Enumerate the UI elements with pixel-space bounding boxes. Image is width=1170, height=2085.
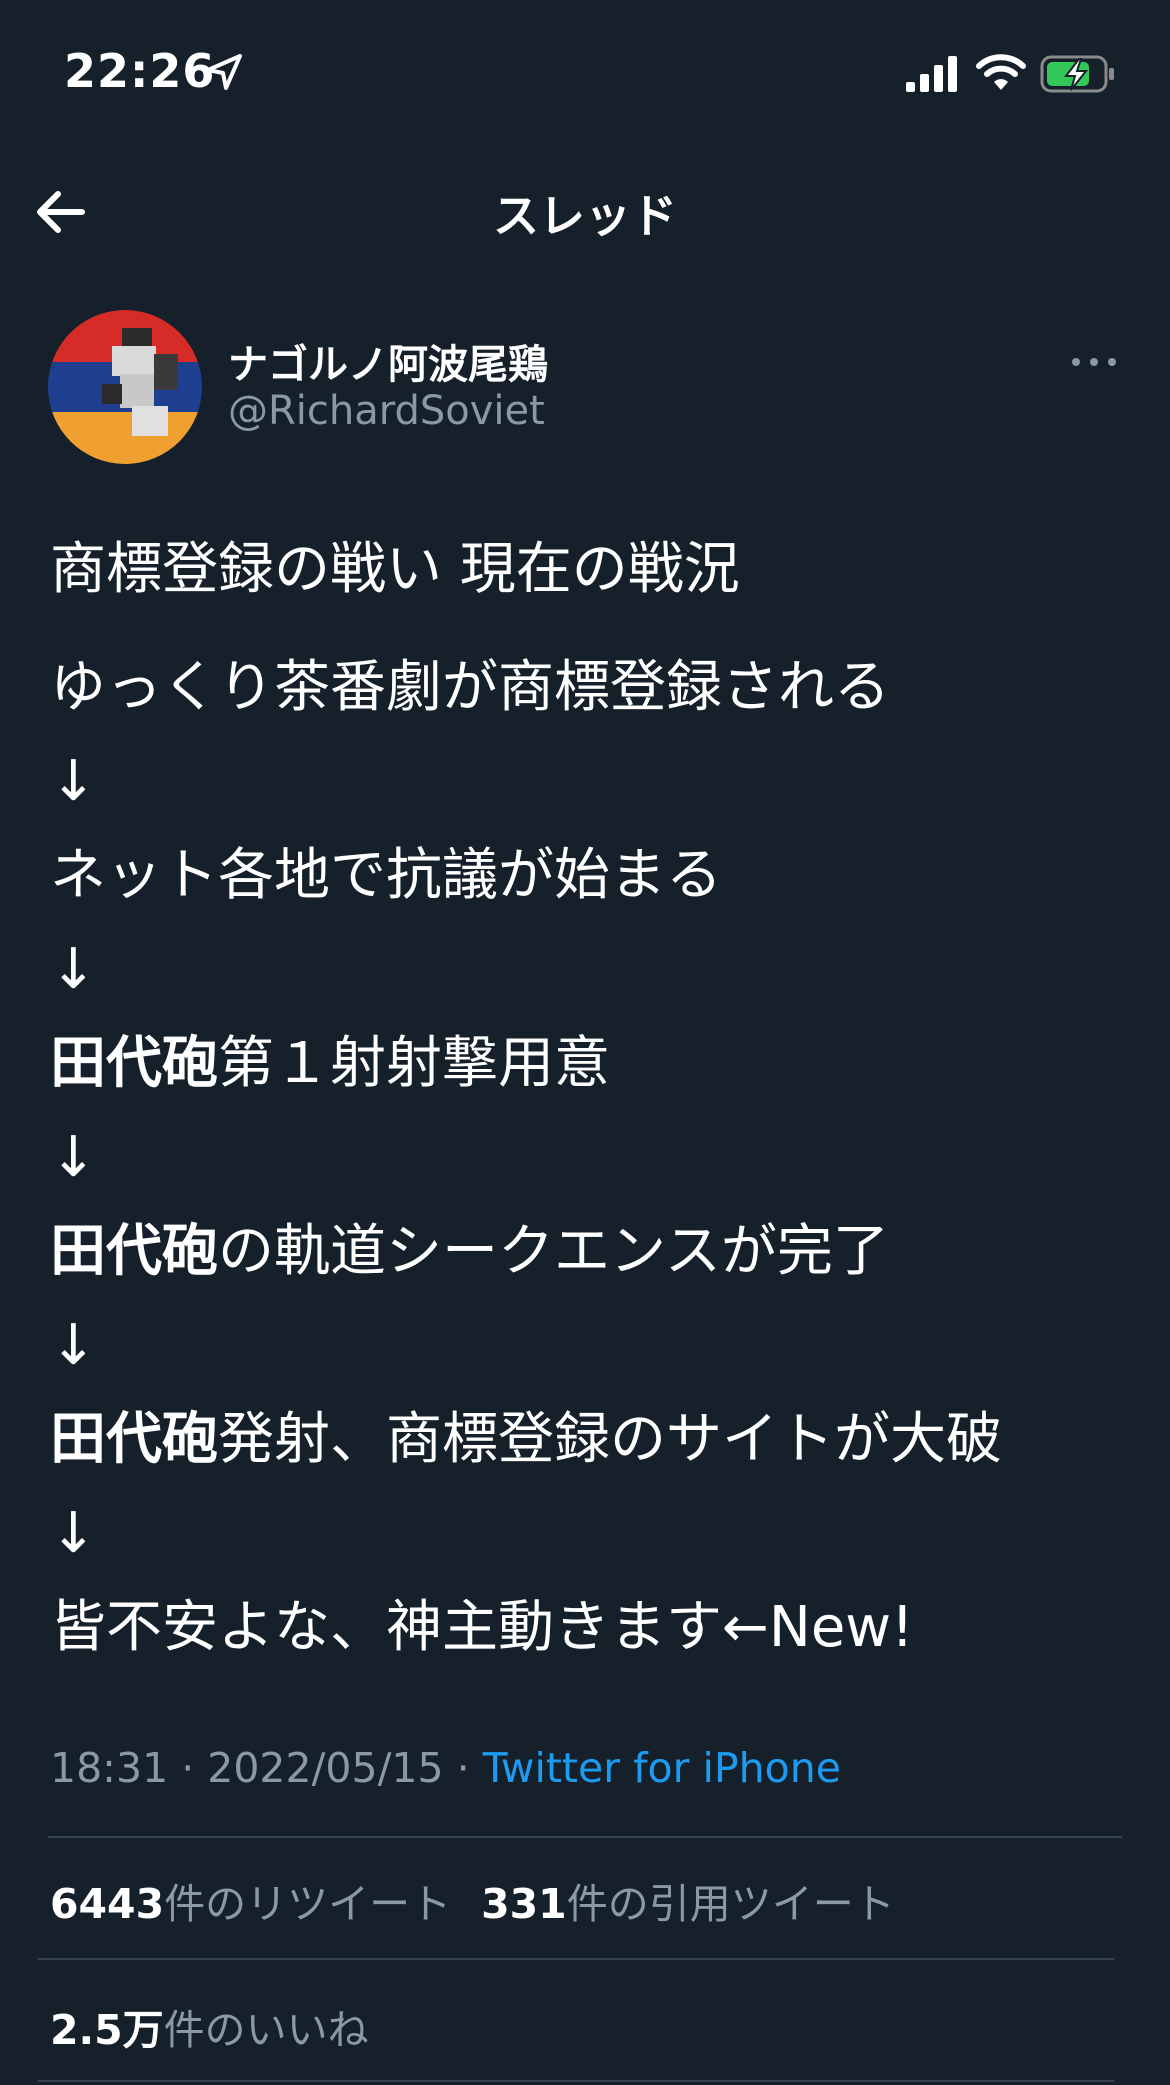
tweet-line-bold: 田代砲 bbox=[50, 1219, 218, 1284]
tweet-line: ↓ bbox=[50, 1116, 1130, 1210]
likes-label: 件のいいね bbox=[163, 2006, 369, 2054]
tweet-line-text: ↓ bbox=[50, 1125, 97, 1190]
tweet-line: ↓ bbox=[50, 1492, 1130, 1586]
signal-icon bbox=[906, 56, 957, 92]
tweet-source-link[interactable]: Twitter for iPhone bbox=[483, 1744, 841, 1792]
likes-count: 2.5万 bbox=[50, 2006, 164, 2054]
tweet-line-text: 第１射射撃用意 bbox=[218, 1031, 610, 1096]
tweet-line-text: 発射、商標登録のサイトが大破 bbox=[218, 1407, 1002, 1472]
tweet-line-bold: 田代砲 bbox=[50, 1031, 218, 1096]
tweet-line: 田代砲発射、商標登録のサイトが大破 bbox=[50, 1398, 1130, 1492]
nav-bar: スレッド bbox=[0, 160, 1170, 260]
tweet-line: ↓ bbox=[50, 928, 1130, 1022]
tweet-line: ↓ bbox=[50, 740, 1130, 834]
author-handle[interactable]: @RichardSoviet bbox=[228, 388, 545, 434]
divider bbox=[38, 1958, 1114, 1960]
retweets-label: 件のリツイート bbox=[164, 1880, 452, 1928]
tweet-line-text: ↓ bbox=[50, 1313, 97, 1378]
quotes-count: 331 bbox=[481, 1880, 567, 1928]
tweet-line-bold: 田代砲 bbox=[50, 1407, 218, 1472]
tweet-line-text: ↓ bbox=[50, 749, 97, 814]
location-arrow-icon bbox=[206, 54, 242, 90]
tweet-text: 商標登録の戦い 現在の戦況 ゆっくり茶番劇が商標登録される ↓ ネット各地で抗議… bbox=[50, 528, 1130, 1680]
quotes-label: 件の引用ツイート bbox=[566, 1880, 895, 1928]
page-title: スレッド bbox=[493, 189, 677, 243]
divider bbox=[48, 1836, 1122, 1838]
quotes-link[interactable]: 331件の引用ツイート bbox=[481, 1880, 895, 1928]
battery-charging-icon bbox=[1040, 55, 1114, 93]
tweet-line: 皆不安よな、神主動きます←New! bbox=[50, 1586, 1130, 1680]
more-horizontal-icon bbox=[1072, 358, 1116, 366]
status-bar: 22:26 bbox=[0, 0, 1170, 150]
retweets-link[interactable]: 6443件のリツイート bbox=[50, 1880, 451, 1928]
tweet-meta: 18:31 · 2022/05/15 · Twitter for iPhone bbox=[50, 1744, 841, 1792]
tweet-line-text: ↓ bbox=[50, 1501, 97, 1566]
retweet-stats-row: 6443件のリツイート 331件の引用ツイート bbox=[50, 1870, 895, 1930]
likes-stats-row: 2.5万件のいいね bbox=[50, 1996, 369, 2056]
avatar[interactable] bbox=[48, 310, 202, 464]
tweet-line-text: 皆不安よな、神主動きます←New! bbox=[50, 1595, 914, 1660]
tweet-line: ネット各地で抗議が始まる bbox=[50, 834, 1130, 928]
tweet-line-text: ネット各地で抗議が始まる bbox=[50, 843, 722, 908]
tweet-line: ゆっくり茶番劇が商標登録される bbox=[50, 646, 1130, 740]
tweet-line-text: の軌道シークエンスが完了 bbox=[218, 1219, 889, 1284]
tweet-timestamp[interactable]: 18:31 · 2022/05/15 · bbox=[50, 1744, 483, 1792]
retweets-count: 6443 bbox=[50, 1880, 165, 1928]
tweet-line-title: 商標登録の戦い 現在の戦況 bbox=[50, 537, 740, 602]
avatar-image bbox=[48, 310, 202, 464]
tweet-line: 田代砲の軌道シークエンスが完了 bbox=[50, 1210, 1130, 1304]
likes-link[interactable]: 2.5万件のいいね bbox=[50, 2006, 369, 2054]
tweet-line: 田代砲第１射射撃用意 bbox=[50, 1022, 1130, 1116]
more-options-button[interactable] bbox=[1068, 336, 1120, 388]
divider bbox=[38, 2080, 1114, 2082]
wifi-icon bbox=[976, 54, 1026, 90]
tweet-line: ↓ bbox=[50, 1304, 1130, 1398]
status-time: 22:26 bbox=[64, 44, 216, 98]
tweet-line-text: ↓ bbox=[50, 937, 97, 1002]
author-display-name[interactable]: ナゴルノ阿波尾鶏 bbox=[228, 332, 548, 390]
tweet-line-text: ゆっくり茶番劇が商標登録される bbox=[50, 655, 890, 720]
